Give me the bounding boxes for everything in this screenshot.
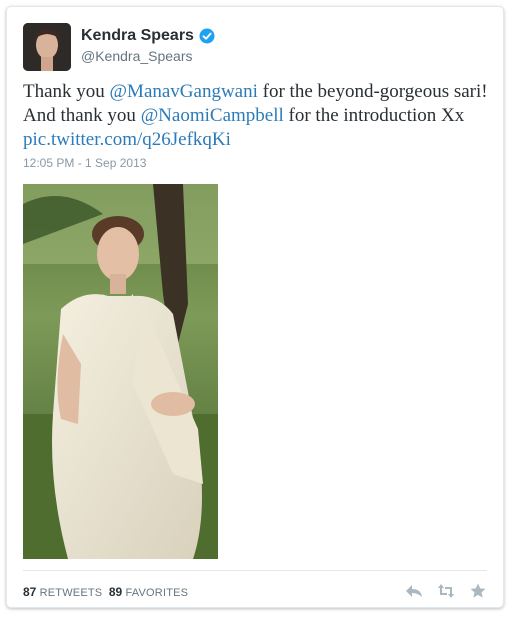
media-link[interactable]: pic.twitter.com/q26JefkqKi [23, 129, 231, 150]
tweet-text: Thank you @ManavGangwani for the beyond-… [23, 80, 493, 152]
star-icon[interactable] [469, 582, 487, 600]
tweet-photo[interactable] [23, 184, 218, 559]
tweet-actions [405, 582, 487, 600]
footer-divider [23, 570, 487, 571]
retweets-count[interactable]: 87 [23, 585, 36, 599]
tweet-text-part: Thank you [23, 81, 110, 102]
favorites-count[interactable]: 89 [109, 585, 122, 599]
author-name[interactable]: Kendra Spears [81, 27, 215, 45]
retweets-label[interactable]: RETWEETS [40, 587, 103, 599]
tweet-card: Kendra Spears @Kendra_Spears Thank you @… [6, 6, 504, 608]
mention-link[interactable]: @ManavGangwani [110, 81, 258, 102]
author-name-text[interactable]: Kendra Spears [81, 27, 194, 45]
timestamp[interactable]: 12:05 PM - 1 Sep 2013 [23, 156, 146, 170]
tweet-text-part: for the introduction Xx [283, 105, 465, 126]
mention-link[interactable]: @NaomiCampbell [141, 105, 284, 126]
retweet-icon[interactable] [437, 582, 455, 600]
author-handle[interactable]: @Kendra_Spears [81, 48, 193, 64]
reply-icon[interactable] [405, 582, 423, 600]
tweet-stats: 87 RETWEETS 89 FAVORITES [23, 585, 188, 599]
avatar[interactable] [23, 23, 71, 71]
verified-badge-icon [199, 28, 215, 44]
favorites-label[interactable]: FAVORITES [125, 587, 188, 599]
